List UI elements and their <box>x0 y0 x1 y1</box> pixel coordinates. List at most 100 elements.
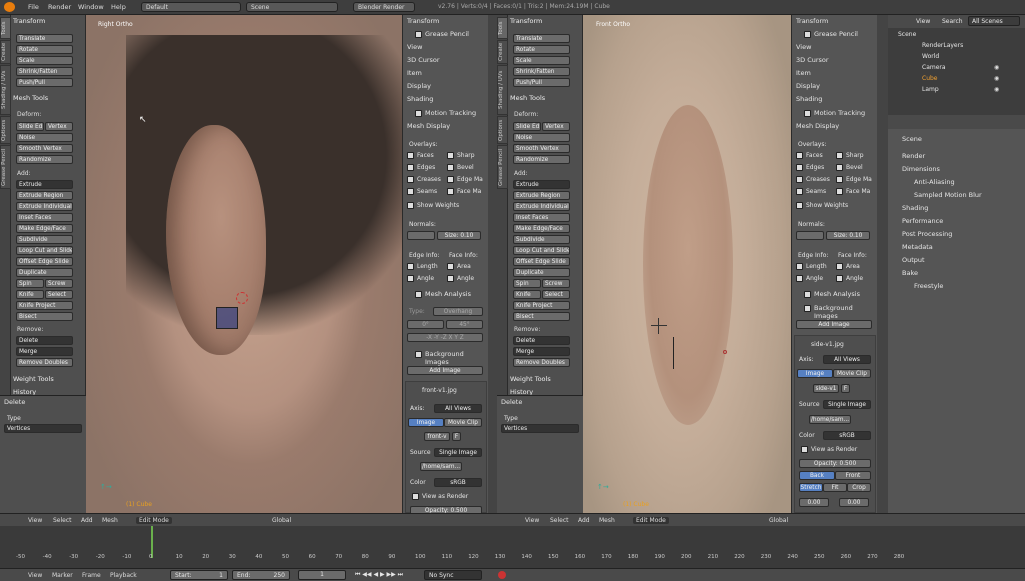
n-mesh-analysis-header[interactable]: Mesh Analysis <box>425 290 471 298</box>
shrink-fatten-button[interactable]: Shrink/Fatten <box>513 67 570 76</box>
tab-tools[interactable]: Tools <box>0 17 11 39</box>
view-as-render-checkbox[interactable] <box>412 493 419 500</box>
cube-edge-line[interactable] <box>673 337 674 369</box>
merge-dropdown[interactable]: Merge <box>16 347 73 356</box>
creases-checkbox[interactable] <box>407 176 414 183</box>
operator-delete-header[interactable]: Delete <box>4 398 25 406</box>
tab-create[interactable]: Create <box>0 40 11 64</box>
color-space-dropdown[interactable]: sRGB <box>823 431 871 440</box>
spin-button[interactable]: Spin <box>513 279 541 288</box>
n-mesh-analysis-header[interactable]: Mesh Analysis <box>814 290 860 298</box>
panel-output[interactable]: Output <box>902 256 925 264</box>
extrude-individual-button[interactable]: Extrude Individual <box>16 202 73 211</box>
extrude-region-button[interactable]: Extrude Region <box>513 191 570 200</box>
tl-playback-menu[interactable]: Playback <box>110 572 137 579</box>
translate-button[interactable]: Translate <box>16 34 73 43</box>
analysis-axis-buttons[interactable]: -X -Y -Z X Y Z <box>407 333 483 342</box>
sharp-checkbox[interactable] <box>836 152 843 159</box>
seams-checkbox[interactable] <box>407 188 414 195</box>
visibility-eye-icon[interactable]: ◉ <box>994 64 999 71</box>
fake-user-button[interactable]: F <box>841 384 850 393</box>
remove-doubles-button[interactable]: Remove Doubles <box>16 358 73 367</box>
length-checkbox[interactable] <box>407 263 414 270</box>
rotate-button[interactable]: Rotate <box>513 45 570 54</box>
edge-marks-checkbox[interactable] <box>836 176 843 183</box>
axis-dropdown[interactable]: All Views <box>434 404 482 413</box>
randomize-button[interactable]: Randomize <box>513 155 570 164</box>
vp-view-menu[interactable]: View <box>28 517 42 524</box>
file-path-field[interactable]: /home/sam... <box>420 462 462 471</box>
current-frame-field[interactable]: 1 <box>298 570 346 580</box>
timeline[interactable]: -50 -40 -30 -20 -10 0 10 20 30 40 50 60 70 80 90 100 110… <box>0 526 1025 568</box>
operator-delete-header[interactable]: Delete <box>501 398 522 406</box>
panel-freestyle[interactable]: Freestyle <box>914 282 943 290</box>
display-mode-dropdown[interactable]: All Scenes <box>968 16 1020 26</box>
n-display-header[interactable]: Display <box>407 82 431 90</box>
offset-x-field[interactable]: 0.00 <box>799 498 829 507</box>
front-toggle[interactable]: Front <box>835 471 871 480</box>
tl-view-menu[interactable]: View <box>28 572 42 579</box>
panel-post-processing[interactable]: Post Processing <box>902 230 952 238</box>
fake-user-button[interactable]: F <box>452 432 461 441</box>
n-item-header[interactable]: Item <box>796 69 811 77</box>
n-view-header[interactable]: View <box>796 43 811 51</box>
n-shading-header[interactable]: Shading <box>407 95 433 103</box>
tab-tools[interactable]: Tools <box>497 17 508 39</box>
add-image-button[interactable]: Add Image <box>407 366 483 375</box>
creases-checkbox[interactable] <box>796 176 803 183</box>
vp-add-menu[interactable]: Add <box>81 517 93 524</box>
panel-weight-tools-header[interactable]: Weight Tools <box>13 375 54 383</box>
n-display-header[interactable]: Display <box>796 82 820 90</box>
n-background-images-header[interactable]: Background Images <box>814 304 877 320</box>
tl-frame-menu[interactable]: Frame <box>82 572 101 579</box>
back-toggle[interactable]: Back <box>799 471 835 480</box>
angle-checkbox[interactable] <box>407 275 414 282</box>
vp-mesh-menu[interactable]: Mesh <box>102 517 118 524</box>
source-dropdown[interactable]: Single Image <box>823 400 871 409</box>
n-grease-pencil-header[interactable]: Grease Pencil <box>425 30 469 38</box>
extrude-dropdown[interactable]: Extrude <box>513 180 570 189</box>
length-checkbox[interactable] <box>796 263 803 270</box>
source-image-tab[interactable]: Image <box>408 418 444 427</box>
n-shading-header[interactable]: Shading <box>796 95 822 103</box>
knife-select-button[interactable]: Select <box>45 290 73 299</box>
offset-y-field[interactable]: 0.00 <box>839 498 869 507</box>
delete-dropdown[interactable]: Delete <box>16 336 73 345</box>
n-3d-cursor-header[interactable]: 3D Cursor <box>407 56 440 64</box>
randomize-button[interactable]: Randomize <box>16 155 73 164</box>
viewport-front-ortho[interactable]: Front Ortho ↑→ (1) Cube <box>583 15 791 513</box>
n-grease-pencil-header[interactable]: Grease Pencil <box>814 30 858 38</box>
panel-bake[interactable]: Bake <box>902 269 918 277</box>
inset-faces-button[interactable]: Inset Faces <box>513 213 570 222</box>
record-button[interactable] <box>498 571 506 579</box>
menu-help[interactable]: Help <box>111 3 126 11</box>
outliner-item-world[interactable]: World <box>922 53 939 60</box>
tab-options[interactable]: Options <box>497 116 508 144</box>
background-images-checkbox[interactable] <box>804 305 811 312</box>
start-frame-field[interactable]: Start: 1 <box>170 570 228 580</box>
crop-toggle[interactable]: Crop <box>847 483 871 492</box>
edge-marks-checkbox[interactable] <box>447 176 454 183</box>
subdivide-button[interactable]: Subdivide <box>513 235 570 244</box>
panel-mesh-tools-header[interactable]: Mesh Tools <box>510 94 545 102</box>
playback-controls[interactable]: ⏮ ◀◀ ◀ ▶ ▶▶ ⏭ <box>355 571 403 579</box>
knife-project-button[interactable]: Knife Project <box>513 301 570 310</box>
analysis-min-field[interactable]: 0° <box>407 320 444 329</box>
sync-mode-dropdown[interactable]: No Sync <box>424 570 482 580</box>
cube-face[interactable] <box>216 307 238 329</box>
background-images-checkbox[interactable] <box>415 351 422 358</box>
outliner-search-menu[interactable]: Search <box>942 18 963 25</box>
bevel-checkbox[interactable] <box>447 164 454 171</box>
n-mesh-display-header[interactable]: Mesh Display <box>407 122 450 130</box>
show-weights-checkbox[interactable] <box>796 202 803 209</box>
offset-edge-slide-button[interactable]: Offset Edge Slide <box>16 257 73 266</box>
analysis-max-field[interactable]: 45° <box>446 320 483 329</box>
face-angle-checkbox[interactable] <box>836 275 843 282</box>
tab-shading-uvs[interactable]: Shading / UVs <box>497 65 508 115</box>
image-datablock-field[interactable]: front-v <box>424 432 450 441</box>
bevel-checkbox[interactable] <box>836 164 843 171</box>
area-checkbox[interactable] <box>447 263 454 270</box>
axis-dropdown[interactable]: All Views <box>823 355 871 364</box>
end-frame-field[interactable]: End: 250 <box>232 570 290 580</box>
outliner-item-cube[interactable]: Cube <box>922 75 938 82</box>
